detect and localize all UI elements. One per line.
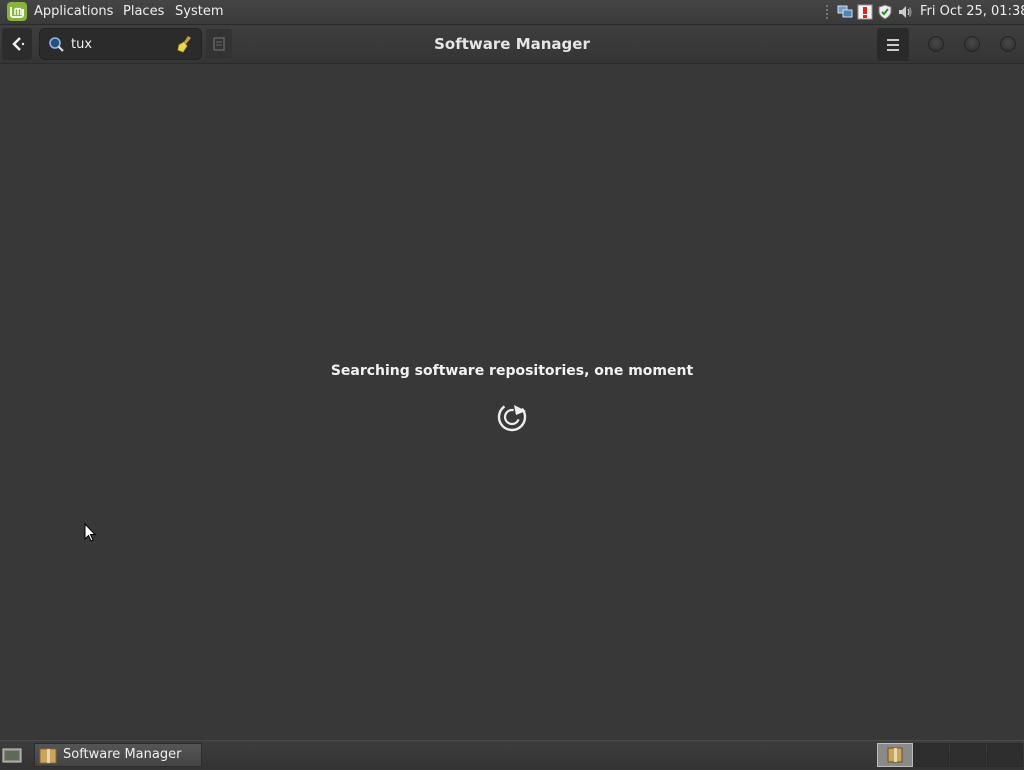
minimize-button[interactable] [928, 36, 944, 52]
loading-spinner-icon [496, 401, 528, 437]
volume-icon[interactable] [897, 4, 913, 20]
software-manager-icon [39, 747, 57, 769]
clock[interactable]: Fri Oct 25, 01:38 [920, 4, 1024, 19]
workspace-window-icon [887, 747, 903, 763]
maximize-button[interactable] [964, 36, 980, 52]
menu-places[interactable]: Places [123, 4, 164, 20]
top-panel: Applications Places System Fri Oct 25, 0… [0, 0, 1024, 25]
network-icon[interactable] [837, 4, 853, 20]
tray-separator [826, 5, 830, 19]
workspace-2[interactable] [913, 743, 949, 767]
show-desktop-icon[interactable] [2, 746, 22, 768]
hamburger-menu-button[interactable] [877, 28, 909, 61]
main-content: Searching software repositories, one mom… [0, 64, 1024, 740]
taskbar-window-label: Software Manager [63, 747, 182, 762]
status-message: Searching software repositories, one mom… [330, 363, 694, 379]
menu-applications[interactable]: Applications [34, 4, 113, 20]
menu-system[interactable]: System [175, 4, 223, 20]
update-alert-icon[interactable] [857, 4, 873, 20]
mint-menu-icon[interactable] [6, 1, 28, 22]
workspace-1[interactable] [877, 743, 913, 767]
taskbar-window-software-manager[interactable]: Software Manager [34, 743, 202, 767]
mouse-pointer-icon [84, 522, 97, 547]
workspace-3[interactable] [950, 743, 986, 767]
workspace-4[interactable] [987, 743, 1023, 767]
close-button[interactable] [1000, 36, 1016, 52]
bottom-panel: Software Manager [0, 740, 1024, 769]
shield-icon[interactable] [877, 4, 893, 20]
header-bar: tux Software Manager [0, 25, 1024, 64]
window-title: Software Manager [434, 35, 590, 53]
hamburger-icon [887, 39, 899, 51]
